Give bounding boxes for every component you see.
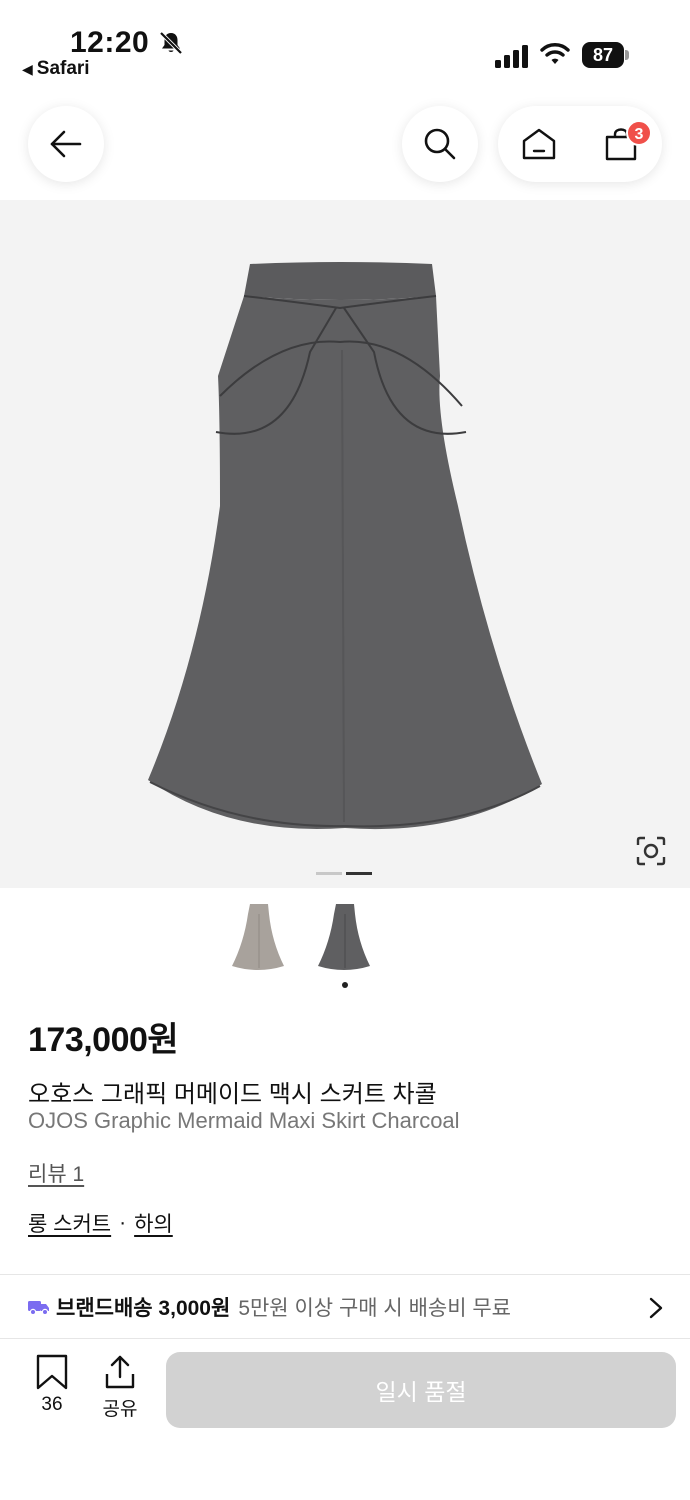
bottom-action-bar: 36 공유 일시 품절 — [0, 1338, 690, 1500]
wifi-icon — [540, 42, 570, 66]
back-button[interactable] — [28, 106, 104, 182]
back-triangle-icon: ◀ — [22, 60, 33, 77]
shipping-info-row[interactable]: 브랜드배송 3,000원 5만원 이상 구매 시 배송비 무료 — [0, 1276, 690, 1338]
soldout-button[interactable]: 일시 품절 — [166, 1352, 676, 1428]
chevron-right-icon — [649, 1297, 663, 1319]
share-button[interactable]: 공유 — [98, 1354, 142, 1426]
selected-thumbnail-dot — [342, 982, 348, 988]
category-long-skirt-link[interactable]: 롱 스커트 — [28, 1208, 111, 1238]
thumbnail-beige[interactable] — [228, 902, 288, 972]
divider — [0, 1274, 690, 1275]
category-breadcrumb: 롱 스커트 · 하의 — [28, 1208, 173, 1238]
home-icon — [522, 128, 556, 160]
product-title-korean: 오호스 그래픽 머메이드 맥시 스커트 차콜 — [28, 1081, 437, 1108]
bell-slash-icon — [158, 30, 184, 56]
top-navigation: 3 — [0, 90, 690, 200]
status-bar: 12:20 ◀ Safari 87 — [0, 0, 690, 90]
product-price: 173,000원 — [28, 1021, 179, 1059]
home-cart-group: 3 — [498, 106, 662, 182]
indicator-dot — [316, 872, 342, 875]
bookmark-count: 36 — [41, 1394, 63, 1415]
status-time: 12:20 — [70, 26, 150, 59]
review-link[interactable]: 리뷰 1 — [28, 1158, 84, 1188]
thumbnail-charcoal[interactable] — [314, 902, 374, 972]
product-title-english: OJOS Graphic Mermaid Maxi Skirt Charcoal — [28, 1108, 460, 1133]
category-separator: · — [119, 1211, 127, 1234]
search-button[interactable] — [402, 106, 478, 182]
arrow-left-icon — [50, 130, 82, 158]
gallery-indicator — [316, 872, 372, 875]
bookmark-button[interactable]: 36 — [30, 1354, 74, 1426]
home-button[interactable] — [498, 106, 580, 182]
back-app-label: Safari — [36, 58, 90, 79]
visual-search-icon[interactable] — [632, 832, 670, 870]
share-label: 공유 — [102, 1399, 138, 1420]
category-bottoms-link[interactable]: 하의 — [134, 1208, 173, 1238]
bookmark-icon — [36, 1354, 68, 1390]
truck-icon — [28, 1301, 49, 1315]
share-icon — [105, 1355, 135, 1389]
battery-level: 87 — [582, 42, 624, 68]
battery-icon: 87 — [582, 42, 630, 68]
search-icon — [424, 128, 456, 160]
skirt-image — [148, 262, 542, 830]
thumbnail-strip — [0, 898, 690, 998]
product-image-gallery[interactable] — [0, 200, 690, 888]
shipping-fee: 브랜드배송 3,000원 — [56, 1297, 231, 1320]
free-shipping-note: 5만원 이상 구매 시 배송비 무료 — [238, 1297, 512, 1320]
cart-count-badge: 3 — [626, 120, 652, 146]
indicator-dot-active — [346, 872, 372, 875]
signal-icon — [494, 44, 530, 68]
cart-button[interactable]: 3 — [580, 106, 662, 182]
back-to-safari-link[interactable]: ◀ Safari — [22, 58, 90, 80]
